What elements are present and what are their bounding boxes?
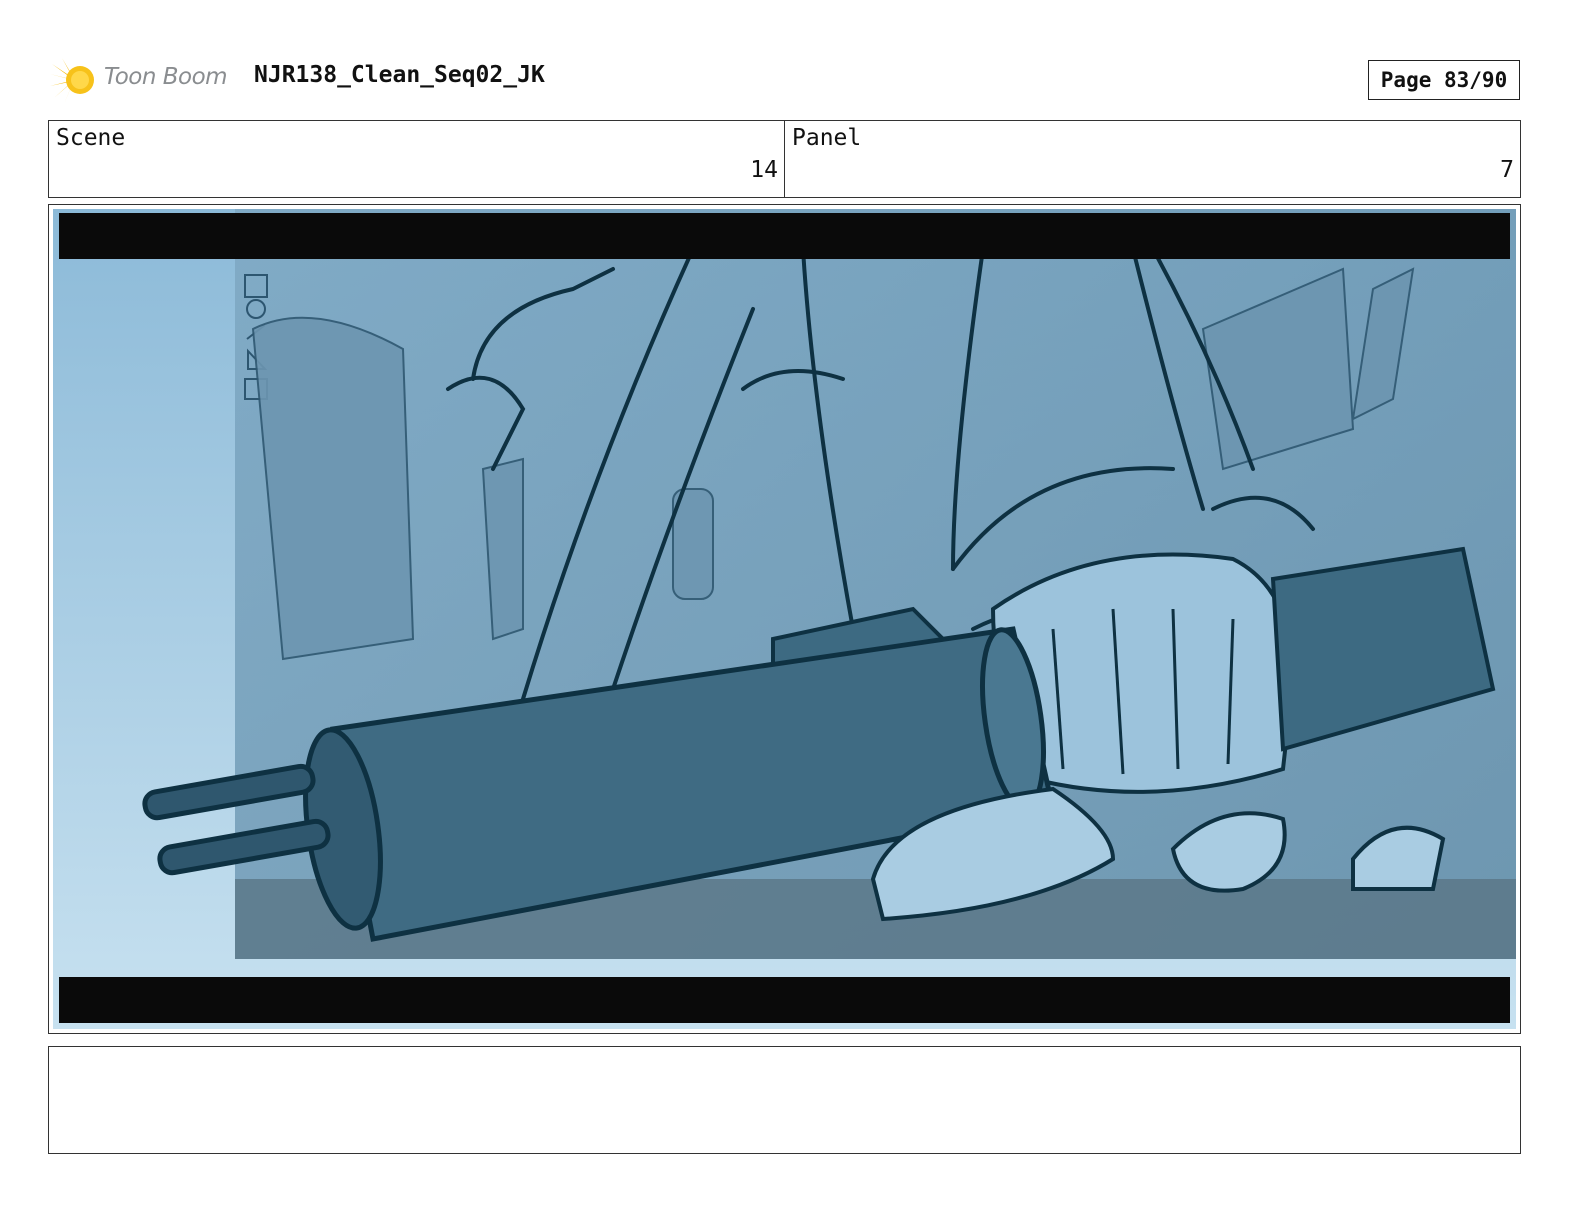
panel-cell: Panel 7 bbox=[784, 121, 1520, 197]
scene-cell: Scene 14 bbox=[49, 121, 784, 197]
panel-label: Panel bbox=[792, 125, 862, 151]
storyboard-panel bbox=[48, 204, 1521, 1034]
scene-number: 14 bbox=[750, 157, 778, 183]
logo-star-icon bbox=[50, 58, 94, 104]
page-indicator: Page 83/90 bbox=[1368, 60, 1520, 100]
toon-boom-logo: Toon Boom bbox=[50, 54, 240, 106]
logo-text: Toon Boom bbox=[104, 64, 228, 90]
document-title: NJR138_Clean_Seq02_JK bbox=[254, 62, 545, 88]
notes-box bbox=[48, 1046, 1521, 1154]
panel-number: 7 bbox=[1500, 157, 1514, 183]
scene-panel-info: Scene 14 Panel 7 bbox=[48, 120, 1521, 198]
scene-label: Scene bbox=[56, 125, 126, 151]
storyboard-sketch-image bbox=[53, 209, 1516, 1029]
